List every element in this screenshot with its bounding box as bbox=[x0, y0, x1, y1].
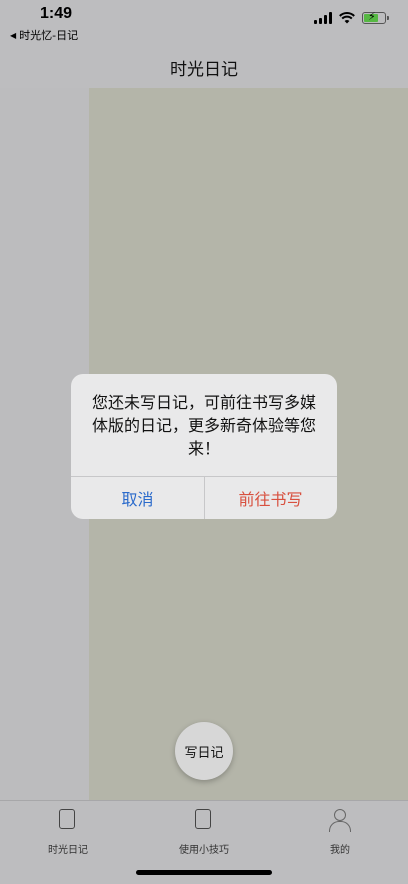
tab-label: 我的 bbox=[330, 845, 350, 856]
home-indicator[interactable] bbox=[136, 870, 272, 875]
person-icon bbox=[329, 809, 351, 833]
status-bar: 1:49 ◀ 时光忆-日记 ⚡ bbox=[0, 0, 408, 44]
tab-label: 时光日记 bbox=[48, 845, 88, 856]
battery-charging-icon: ⚡ bbox=[362, 10, 389, 24]
write-diary-button[interactable]: 写日记 bbox=[175, 722, 233, 780]
navigation-bar: 时光日记 bbox=[0, 44, 408, 89]
tab-diary[interactable]: 时光日记 bbox=[18, 807, 118, 857]
status-icons: ⚡ bbox=[314, 10, 389, 24]
page-title: 时光日记 bbox=[170, 60, 238, 80]
alert-dialog: 您还未写日记，可前往书写多媒体版的日记，更多新奇体验等您来！ 取消 前往书写 bbox=[71, 374, 337, 519]
back-to-app-link[interactable]: ◀ 时光忆-日记 bbox=[10, 27, 78, 43]
alert-message: 您还未写日记，可前往书写多媒体版的日记，更多新奇体验等您来！ bbox=[91, 393, 316, 458]
tab-tips[interactable]: 使用小技巧 bbox=[154, 807, 254, 857]
back-arrow-icon: ◀ bbox=[10, 30, 17, 40]
cellular-signal-icon bbox=[314, 12, 332, 24]
tab-label: 使用小技巧 bbox=[179, 845, 229, 856]
cancel-button[interactable]: 取消 bbox=[71, 477, 204, 519]
notebook-icon bbox=[195, 809, 211, 829]
notebook-icon bbox=[59, 809, 75, 829]
wifi-icon bbox=[339, 12, 355, 24]
back-app-label: 时光忆-日记 bbox=[19, 29, 79, 42]
tab-mine[interactable]: 我的 bbox=[290, 807, 390, 857]
go-write-button[interactable]: 前往书写 bbox=[204, 477, 337, 519]
status-time: 1:49 bbox=[40, 5, 73, 22]
